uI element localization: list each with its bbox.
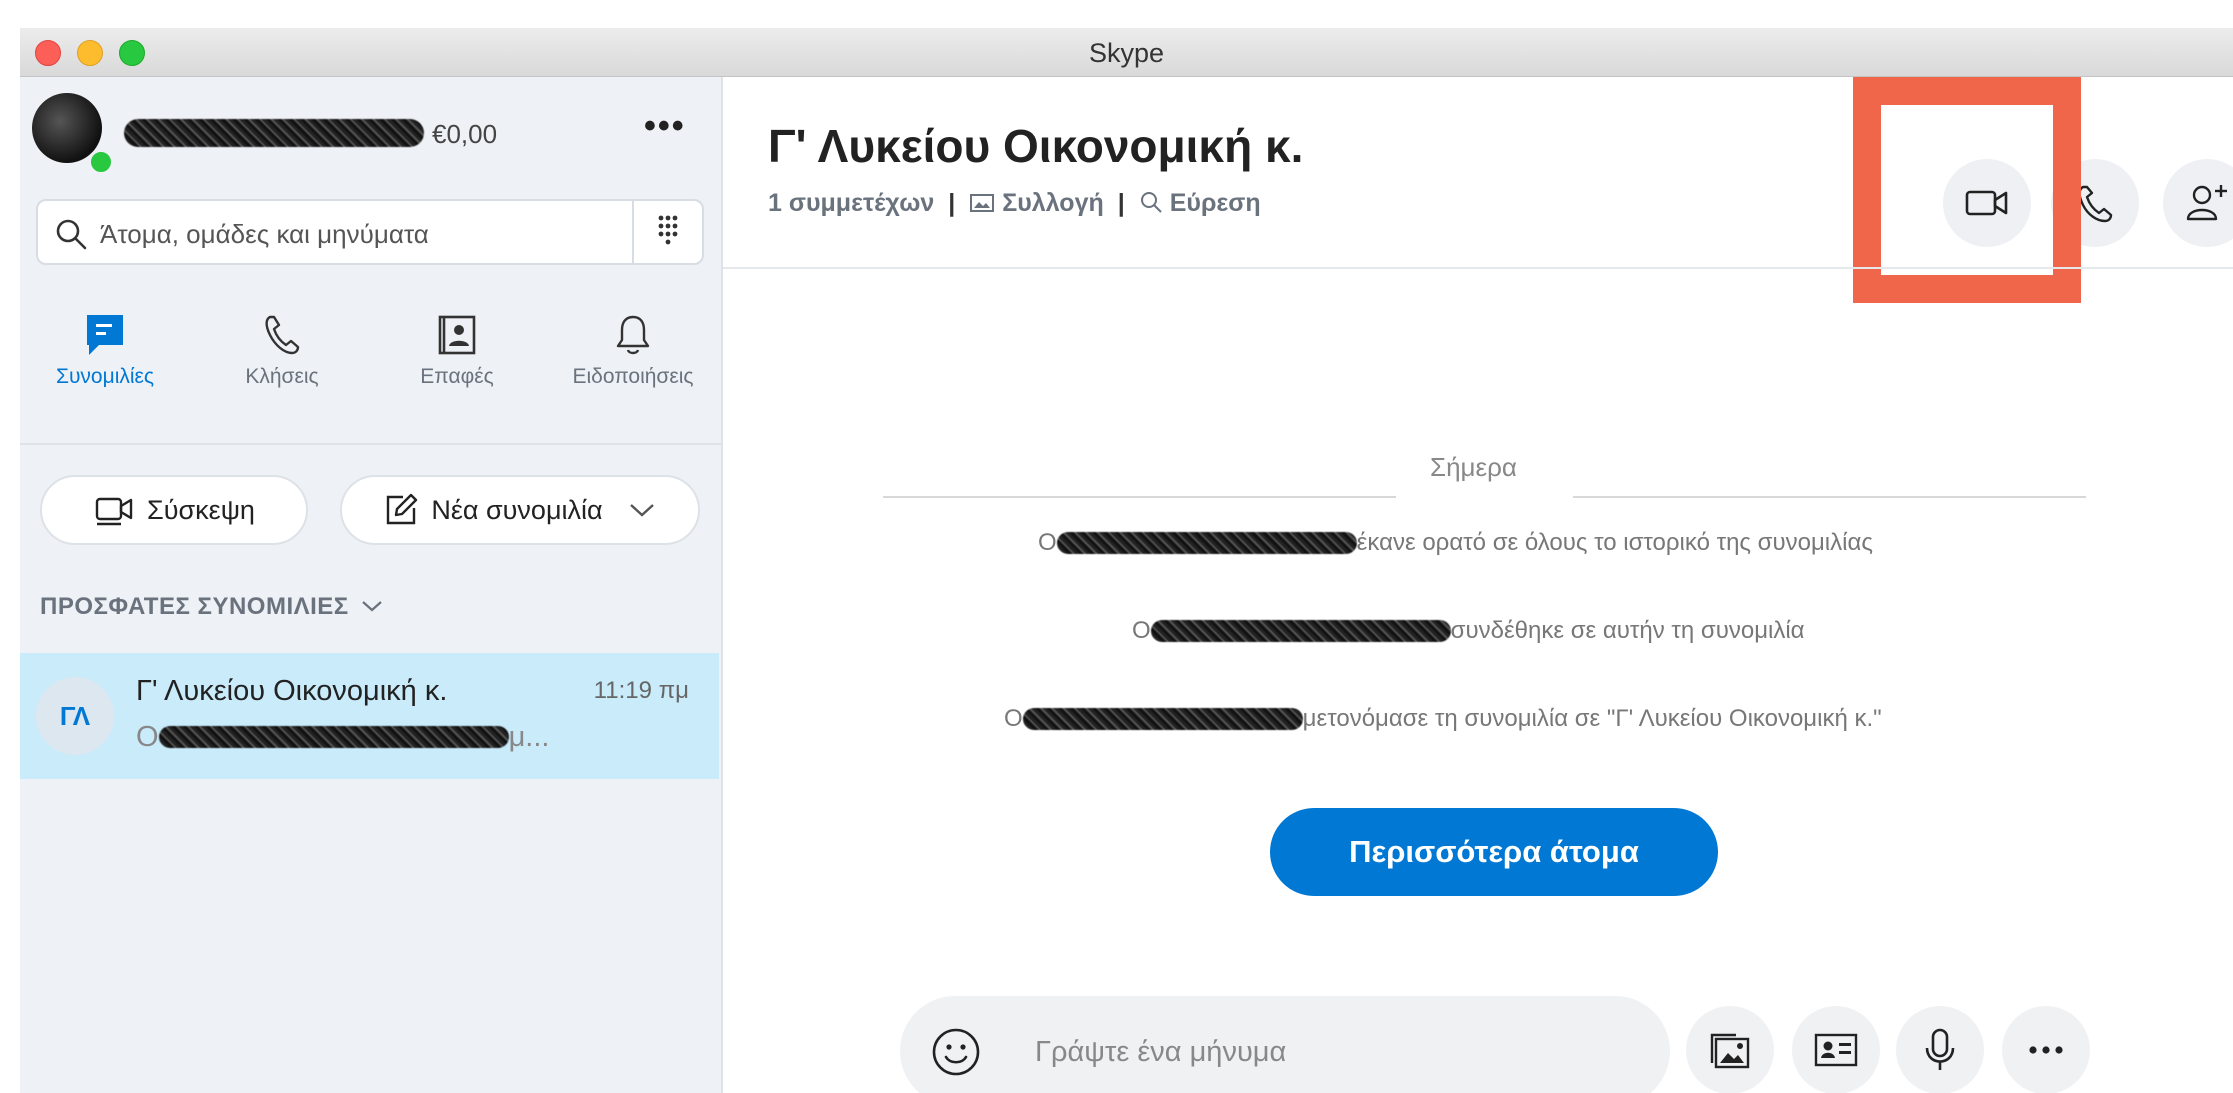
nav-label: Επαφές [420,365,494,388]
image-gallery-icon [1710,1033,1750,1069]
search-icon [1140,192,1162,213]
main-nav: Συνομιλίες Κλήσεις Επαφές Ειδοποιήσεις [20,309,721,409]
redacted-name [1150,620,1451,642]
system-message: Οέκανε ορατό σε όλους το ιστορικό της συ… [1038,528,1873,557]
nav-calls[interactable]: Κλήσεις [197,309,367,389]
search-bar [36,199,704,265]
contacts-icon [438,315,476,355]
nav-contacts[interactable]: Επαφές [372,309,542,389]
nav-label: Κλήσεις [245,365,319,388]
search-input[interactable] [98,211,622,257]
phone-icon [2078,185,2113,223]
header-divider [723,267,2233,269]
meta-separator: | [948,189,956,217]
system-message-text: έκανε ορατό σε όλους το ιστορικό της συν… [1356,529,1873,556]
date-divider-left [883,496,1396,498]
system-message-prefix: Ο [1132,617,1151,644]
nav-chats[interactable]: Συνομιλίες [20,309,190,389]
gallery-label: Συλλογή [1002,189,1104,217]
send-media-button[interactable] [1686,1006,1774,1093]
profile-more-button[interactable]: ••• [644,107,686,146]
window-title: Skype [1088,38,1165,68]
skype-window: Skype €0,00 ••• Άτομα, ομάδες και μηνύμα… [20,28,2233,1093]
chat-list-item[interactable]: ΓΛ Γ' Λυκείου Οικονομική κ. 11:19 πμ Ομ.… [20,653,719,779]
recent-chats-title: ΠΡΟΣΦΑΤΕΣ ΣΥΝΟΜΙΛΙΕΣ [40,593,349,620]
meet-now-label: Σύσκεψη [147,494,255,525]
title-bar: Skype [20,28,2233,77]
chat-preview: Ομ... [136,721,549,754]
chat-time: 11:19 πμ [593,677,689,704]
bell-icon [616,315,650,355]
video-call-highlight [1853,77,2081,303]
system-message-prefix: Ο [1004,705,1023,732]
system-message-text: μετονόμασε τη συνομιλία σε "Γ' Λυκείου Ο… [1302,705,1882,732]
account-balance[interactable]: €0,00 [432,119,497,150]
ellipsis-icon [2029,1046,2063,1054]
dialpad-icon [658,215,678,245]
compose-icon [387,493,418,525]
voice-message-button[interactable] [1896,1006,1984,1093]
chat-preview-end: μ... [508,721,550,753]
system-message: Οσυνδέθηκε σε αυτήν τη συνομιλία [1132,616,1805,645]
conversation-pane: Γ' Λυκείου Οικονομική κ. 1 συμμετέχων | … [723,77,2233,1093]
microphone-icon [1925,1028,1955,1070]
redacted-preview [158,726,509,748]
nav-divider [20,443,721,445]
send-contact-button[interactable] [1792,1006,1880,1093]
chat-name: Γ' Λυκείου Οικονομική κ. [136,675,448,707]
message-composer [900,996,1670,1093]
add-person-icon [2186,185,2227,221]
meet-now-button[interactable]: Σύσκεψη [40,475,308,545]
redacted-name [1056,532,1357,554]
phone-icon [265,315,300,355]
add-people-button[interactable] [2163,159,2233,247]
recent-chats-header[interactable]: ΠΡΟΣΦΑΤΕΣ ΣΥΝΟΜΙΛΙΕΣ [40,593,384,621]
date-label: Σήμερα [1430,452,1517,482]
redacted-profile-name [124,119,424,147]
system-message-prefix: Ο [1038,529,1057,556]
message-input[interactable] [1033,1026,1597,1078]
dialpad-button[interactable] [632,201,702,263]
chat-icon [87,315,123,355]
meta-separator: | [1117,189,1125,217]
more-options-button[interactable] [2002,1006,2090,1093]
new-chat-label: Νέα συνομιλία [431,494,603,525]
new-chat-button[interactable]: Νέα συνομιλία [340,475,700,545]
gallery-link[interactable]: Συλλογή [969,189,1104,218]
add-more-people-button[interactable]: Περισσότερα άτομα [1270,808,1718,896]
chat-avatar: ΓΛ [36,677,114,755]
nav-label: Ειδοποιήσεις [572,365,694,388]
nav-label: Συνομιλίες [55,365,155,388]
contact-card-icon [1814,1033,1858,1067]
find-label: Εύρεση [1169,189,1261,217]
chevron-down-icon [362,601,382,612]
sidebar: €0,00 ••• Άτομα, ομάδες και μηνύματα Συν… [20,77,723,1093]
chevron-down-icon[interactable] [627,500,657,520]
date-divider-right [1573,496,2086,498]
conversation-title[interactable]: Γ' Λυκείου Οικονομική κ. [768,119,1303,173]
conversation-meta: 1 συμμετέχων | Συλλογή | Εύρεση [768,189,1261,218]
redacted-name [1022,708,1303,730]
system-message-text: συνδέθηκε σε αυτήν τη συνομιλία [1450,617,1805,644]
search-icon [56,219,87,250]
chat-preview-start: Ο [136,721,159,753]
meet-video-icon [95,497,133,526]
online-status-dot [88,149,114,175]
find-link[interactable]: Εύρεση [1139,189,1261,218]
participants-count[interactable]: 1 συμμετέχων [768,189,934,218]
emoji-icon[interactable] [930,1026,982,1078]
system-message: Ομετονόμασε τη συνομιλία σε "Γ' Λυκείου … [1004,704,1882,733]
nav-notifications[interactable]: Ειδοποιήσεις [548,309,718,389]
gallery-icon [970,194,995,212]
